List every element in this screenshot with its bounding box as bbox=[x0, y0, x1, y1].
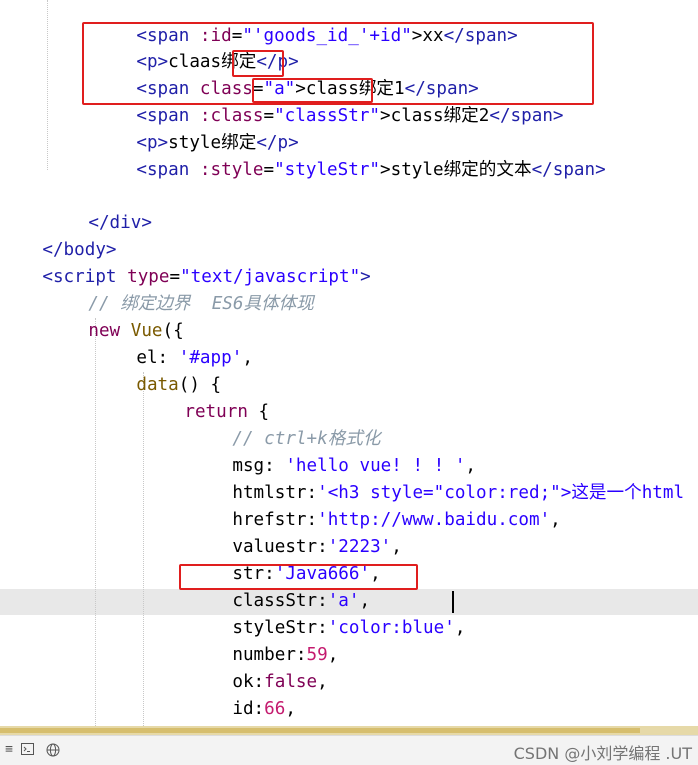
code-line: </body> bbox=[42, 240, 117, 260]
code-line: <span :class="classStr">class绑定2</span> bbox=[136, 106, 564, 126]
code-line: str:'Java666', bbox=[232, 564, 381, 584]
code-line: new Vue({ bbox=[88, 321, 184, 341]
code-comment: // 绑定边界 ES6具体体现 bbox=[88, 294, 314, 314]
menu-icon[interactable]: ≡ bbox=[2, 743, 16, 757]
terminal-icon[interactable] bbox=[20, 743, 34, 757]
text-caret bbox=[452, 591, 454, 613]
scrollbar-thumb[interactable] bbox=[0, 728, 640, 733]
code-editor[interactable]: <span :id="'goods_id_'+id">xx</span> <p>… bbox=[0, 0, 698, 726]
code-line: </div> bbox=[88, 213, 152, 233]
code-line: <script type="text/javascript"> bbox=[42, 267, 371, 287]
code-line: data() { bbox=[136, 375, 222, 395]
code-line: number:59, bbox=[232, 645, 339, 665]
code-comment: // ctrl+k格式化 bbox=[232, 429, 381, 449]
code-line: msg: 'hello vue! ! ! ', bbox=[232, 456, 477, 476]
code-line: <span :style="styleStr">style绑定的文本</span… bbox=[136, 160, 606, 180]
code-line: classStr:'a', bbox=[232, 591, 371, 611]
status-bar: ≡ CSDN @小刘学编程 .UT bbox=[0, 735, 698, 765]
code-line: valuestr:'2223', bbox=[232, 537, 402, 557]
indent-guide bbox=[47, 0, 48, 170]
code-line: hrefstr:'http://www.baidu.com', bbox=[232, 510, 561, 530]
code-line: <p>claas绑定</p> bbox=[136, 52, 299, 72]
code-line: styleStr:'color:blue', bbox=[232, 618, 466, 638]
horizontal-scrollbar[interactable] bbox=[0, 726, 698, 735]
code-line: return { bbox=[184, 402, 270, 422]
code-line: htmlstr:'<h3 style="color:red;">这是一个html bbox=[232, 483, 685, 503]
code-line: <span :id="'goods_id_'+id">xx</span> bbox=[136, 26, 518, 46]
code-line: ok:false, bbox=[232, 672, 328, 692]
code-line: id:66, bbox=[232, 699, 296, 719]
code-line: <span class="a">class绑定1</span> bbox=[136, 79, 479, 99]
code-line: <p>style绑定</p> bbox=[136, 133, 299, 153]
code-line: el: '#app', bbox=[136, 348, 253, 368]
watermark: CSDN @小刘学编程 .UT bbox=[513, 744, 692, 763]
globe-icon[interactable] bbox=[46, 743, 60, 757]
